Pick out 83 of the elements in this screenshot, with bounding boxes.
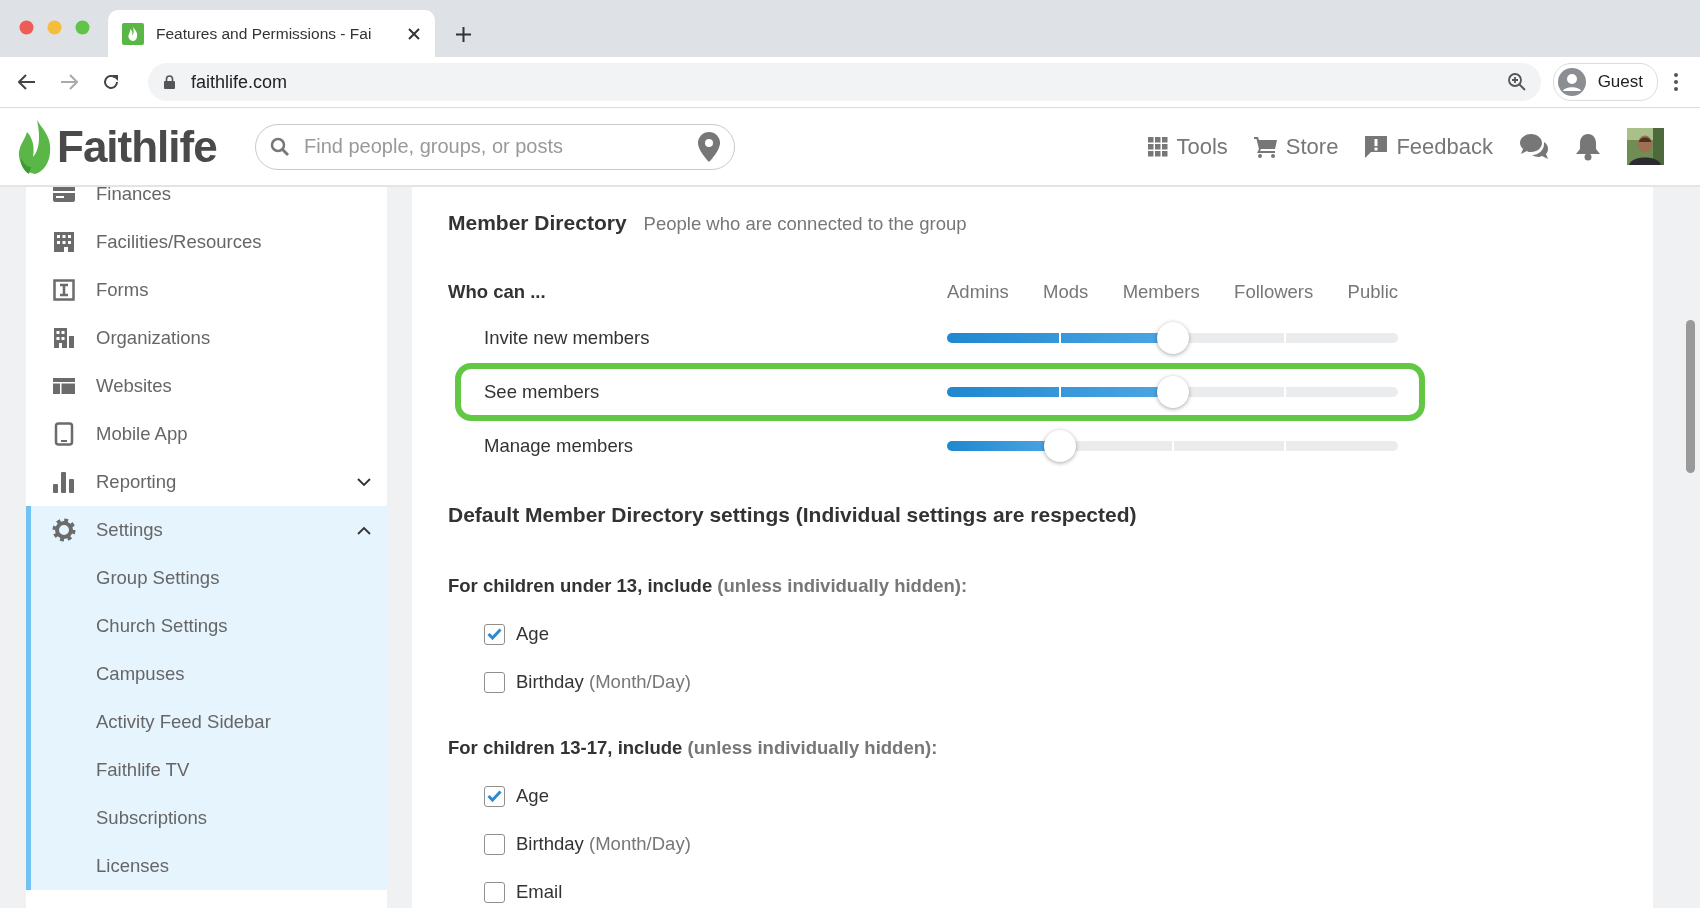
nav-link[interactable]: Store	[1253, 133, 1339, 160]
search-input[interactable]: Find people, groups, or posts	[304, 135, 684, 158]
sidebar-subitem[interactable]: Subscriptions	[31, 794, 387, 842]
building-icon	[53, 231, 75, 253]
cart-icon	[1253, 135, 1278, 158]
permission-label: Invite new members	[484, 327, 651, 349]
column-heading: Public	[1347, 281, 1398, 303]
buildings-icon	[53, 327, 75, 349]
column-heading: Members	[1122, 281, 1200, 303]
column-heading: Admins	[947, 281, 1009, 303]
slider-thumb[interactable]	[1043, 430, 1076, 462]
lock-icon	[164, 75, 175, 89]
sidebar-item[interactable]: Finances	[26, 187, 387, 218]
slider-thumb[interactable]	[1156, 376, 1189, 408]
close-window-icon[interactable]	[19, 20, 34, 35]
column-heading: Mods	[1043, 281, 1089, 303]
reload-icon[interactable]	[102, 73, 120, 91]
checkbox[interactable]	[484, 785, 505, 807]
checkbox-label[interactable]: Birthday (Month/Day)	[516, 833, 691, 855]
sidebar-item[interactable]: Organizations	[26, 314, 387, 362]
column-heading: Followers	[1234, 281, 1314, 303]
caret-up-icon[interactable]	[357, 525, 371, 535]
sidebar-item[interactable]: Websites	[26, 362, 387, 410]
sidebar-item[interactable]: Facilities/Resources	[26, 218, 387, 266]
tab-title: Features and Permissions - Fai	[156, 24, 373, 43]
sidebar-subitem[interactable]: Campuses	[31, 650, 387, 698]
checkbox-label[interactable]: Birthday (Month/Day)	[516, 671, 691, 693]
bar-chart-icon	[52, 471, 76, 493]
flame-icon	[122, 22, 144, 45]
zoom-icon[interactable]	[1506, 72, 1527, 92]
back-icon[interactable]	[18, 74, 36, 90]
sidebar-item[interactable]: Settings	[31, 506, 387, 554]
checkbox[interactable]	[484, 881, 505, 903]
chat-icon[interactable]	[1519, 132, 1549, 161]
user-icon	[1557, 68, 1586, 96]
section-description: People who are connected to the group	[643, 213, 967, 235]
sidebar-subitem[interactable]: Church Settings	[31, 602, 387, 650]
sidebar-subitem[interactable]: Group Settings	[31, 554, 387, 602]
location-pin-icon[interactable]	[698, 131, 720, 162]
sidebar-subitem[interactable]: Licenses	[31, 842, 387, 890]
sidebar-item[interactable]: Reporting	[26, 458, 387, 506]
tablet-icon	[54, 422, 74, 446]
permission-label: See members	[484, 381, 601, 403]
feedback-icon	[1364, 134, 1389, 159]
layout-icon	[52, 376, 76, 396]
checkbox[interactable]	[484, 833, 505, 855]
table-heading: Who can ...	[448, 281, 547, 303]
search-icon	[270, 136, 290, 157]
sidebar-item[interactable]: Forms	[26, 266, 387, 314]
browser-tab[interactable]: Features and Permissions - Fai	[108, 10, 435, 57]
forward-icon[interactable]	[60, 74, 78, 90]
checkbox[interactable]	[484, 671, 505, 693]
slider-thumb[interactable]	[1156, 322, 1189, 354]
sidebar-subitem[interactable]: Activity Feed Sidebar	[31, 698, 387, 746]
nav-link[interactable]: Feedback	[1364, 133, 1493, 160]
profile-button[interactable]: Guest	[1552, 63, 1658, 101]
form-icon	[53, 279, 75, 301]
checkbox[interactable]	[484, 623, 505, 645]
permission-slider[interactable]	[947, 322, 1398, 354]
grid-icon	[1148, 136, 1169, 157]
url-text: faithlife.com	[191, 71, 289, 93]
nav-link[interactable]: Tools	[1148, 133, 1228, 160]
group-heading: For children 13-17, include (unless individually hidden):	[448, 737, 939, 759]
caret-down-icon[interactable]	[357, 477, 371, 487]
menu-icon[interactable]	[1674, 73, 1678, 91]
settings-heading: Default Member Directory settings (Individual settings are respected)	[448, 503, 1138, 527]
scrollbar-thumb[interactable]	[1686, 320, 1695, 473]
section-title: Member Directory	[448, 211, 627, 235]
new-tab-icon[interactable]	[455, 26, 472, 43]
bell-icon[interactable]	[1575, 132, 1601, 161]
logo-text[interactable]: Faithlife	[57, 121, 217, 172]
checkbox-label[interactable]: Email	[516, 881, 563, 903]
checkbox-label[interactable]: Age	[516, 623, 549, 645]
permission-slider[interactable]	[947, 430, 1398, 462]
address-bar[interactable]: faithlife.com	[148, 63, 1541, 101]
group-heading: For children under 13, include (unless individually hidden):	[448, 575, 969, 597]
sidebar-item[interactable]: Mobile App	[26, 410, 387, 458]
checkbox-label[interactable]: Age	[516, 785, 549, 807]
permission-label: Manage members	[484, 435, 635, 457]
settings-icon	[52, 518, 76, 542]
permission-slider[interactable]	[947, 376, 1398, 408]
sidebar-subitem[interactable]: Faithlife TV	[31, 746, 387, 794]
close-icon[interactable]	[407, 26, 421, 41]
